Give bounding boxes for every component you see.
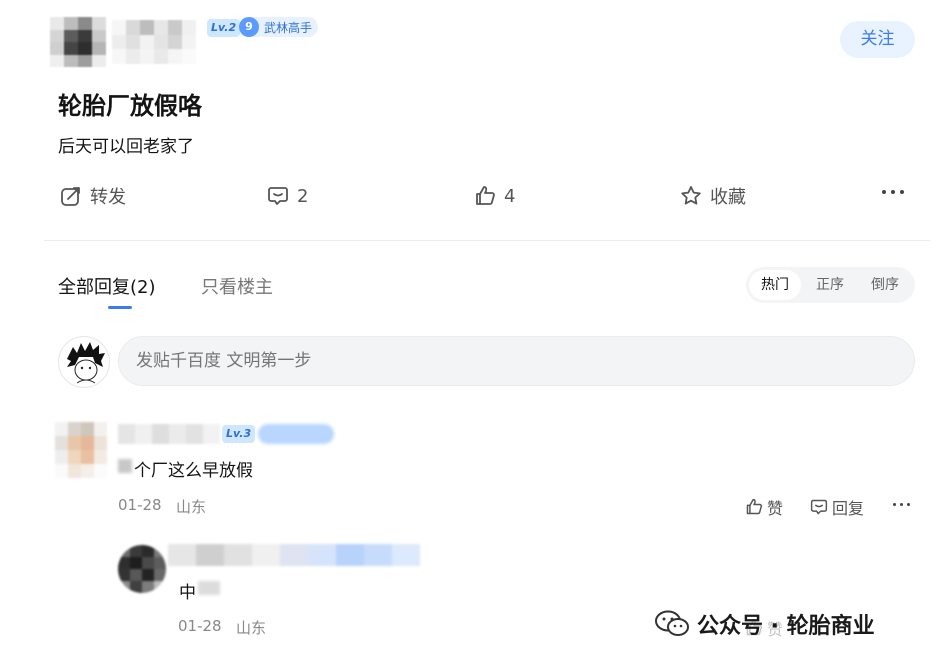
post-title: 轮胎厂放假咯: [58, 92, 202, 120]
sort-ascending-button[interactable]: 正序: [804, 270, 856, 300]
my-avatar: [58, 336, 110, 388]
collect-button[interactable]: 收藏: [680, 181, 746, 211]
active-tab-indicator: [108, 306, 132, 309]
more-options-icon[interactable]: [882, 190, 904, 194]
sort-hot-button[interactable]: 热门: [749, 270, 801, 300]
comment-text: 个厂这么早放假: [134, 461, 253, 481]
thumbs-up-icon: [476, 186, 495, 205]
comment-button[interactable]: 2: [267, 181, 308, 211]
sub-replier-name-redacted[interactable]: [168, 544, 420, 566]
rank-number: 9: [239, 17, 259, 37]
share-label: 转发: [90, 187, 126, 208]
wechat-watermark: 公众号 · 轮胎商业: [655, 608, 875, 640]
like-button[interactable]: 4: [474, 181, 515, 211]
tab-all-replies[interactable]: 全部回复(2): [58, 273, 156, 299]
comment-location: 山东: [176, 498, 207, 516]
comment-like-label: 赞: [767, 499, 784, 518]
comment-date: 01-28: [118, 496, 162, 514]
star-icon: [681, 186, 701, 205]
comment-icon: [268, 187, 288, 205]
watermark-text: 公众号 · 轮胎商业: [697, 614, 875, 639]
like-count: 4: [504, 185, 516, 207]
comment-count: 2: [297, 185, 309, 207]
sort-descending-button[interactable]: 倒序: [859, 270, 911, 300]
sub-reply-location: 山东: [236, 619, 267, 637]
author-name-redacted[interactable]: [112, 20, 196, 64]
commenter-name-redacted[interactable]: [118, 424, 220, 444]
comment-reply-button[interactable]: 回复: [810, 495, 864, 519]
comment-more-icon[interactable]: [893, 503, 910, 506]
sub-reply-text-redacted: [198, 581, 220, 595]
comment-like-button[interactable]: 赞: [745, 495, 783, 519]
share-icon: [61, 187, 80, 206]
reply-icon: [810, 499, 828, 515]
author-level-badge: Lv.2: [207, 19, 241, 37]
share-button[interactable]: 转发: [60, 181, 126, 211]
commenter-tag-redacted: [258, 424, 334, 444]
post-body: 后天可以回老家了: [58, 137, 194, 157]
rank-name: 武林高手: [264, 20, 313, 35]
commenter-avatar[interactable]: [55, 422, 107, 478]
author-avatar[interactable]: [50, 17, 106, 67]
follow-button[interactable]: 关注: [840, 21, 915, 58]
commenter-level-badge: Lv.3: [222, 425, 256, 443]
thumbs-up-icon: [746, 498, 763, 515]
sub-replier-avatar[interactable]: [118, 545, 166, 593]
comment-reply-label: 回复: [832, 499, 865, 518]
sub-reply-date: 01-28: [178, 617, 222, 635]
comment-prefix-redacted: [118, 459, 132, 473]
tab-op-only[interactable]: 只看楼主: [201, 273, 273, 299]
reply-input[interactable]: [118, 336, 915, 386]
section-divider: [44, 240, 930, 241]
collect-label: 收藏: [710, 187, 746, 208]
author-rank-tag[interactable]: 9 武林高手: [239, 17, 319, 37]
wechat-icon: [655, 610, 689, 636]
sub-reply-text: 中: [179, 583, 196, 603]
sort-toggle: 热门 正序 倒序: [746, 267, 915, 303]
